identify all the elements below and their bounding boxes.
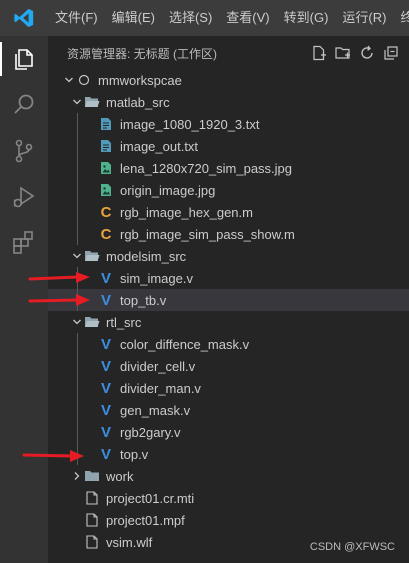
file-label: divider_cell.v <box>120 358 196 374</box>
matlab-file-icon: C <box>100 225 112 243</box>
source-control-icon[interactable] <box>0 128 48 174</box>
folder-icon <box>84 465 100 487</box>
verilog-file-icon: V <box>100 269 111 287</box>
workspace-root-icon <box>76 69 92 91</box>
explorer-sidebar: 资源管理器: 无标题 (工作区) mmworkspcae matlab_src … <box>48 36 409 563</box>
text-file-icon <box>98 113 114 135</box>
file-label: sim_image.v <box>120 270 193 286</box>
explorer-icon[interactable] <box>0 36 48 82</box>
annotation-arrow-icon <box>22 450 84 462</box>
chevron-right-icon <box>70 465 84 487</box>
image-file-icon <box>98 179 114 201</box>
folder-label: modelsim_src <box>106 248 187 264</box>
file-item[interactable]: C rgb_image_hex_gen.m <box>48 201 409 223</box>
file-item[interactable]: V sim_image.v <box>48 267 409 289</box>
file-label: divider_man.v <box>120 380 201 396</box>
generic-file-icon <box>84 509 100 531</box>
folder-rtl-src[interactable]: rtl_src <box>48 311 409 333</box>
file-label: lena_1280x720_sim_pass.jpg <box>120 160 293 176</box>
folder-label: matlab_src <box>106 94 170 110</box>
folder-work[interactable]: work <box>48 465 409 487</box>
file-label: gen_mask.v <box>120 402 191 418</box>
verilog-file-icon: V <box>100 423 111 441</box>
menu-edit[interactable]: 编辑(E) <box>105 0 162 36</box>
verilog-file-icon: V <box>100 401 111 419</box>
file-item[interactable]: V divider_man.v <box>48 377 409 399</box>
file-item[interactable]: project01.cr.mti <box>48 487 409 509</box>
file-label: rgb2gary.v <box>120 424 181 440</box>
generic-file-icon <box>84 487 100 509</box>
chevron-down-icon <box>70 311 84 333</box>
verilog-file-icon: V <box>100 357 111 375</box>
new-file-icon[interactable] <box>307 41 331 65</box>
folder-open-icon <box>84 245 100 267</box>
folder-matlab-src[interactable]: matlab_src <box>48 91 409 113</box>
folder-open-icon <box>84 311 100 333</box>
file-item-selected[interactable]: V top_tb.v <box>48 289 409 311</box>
menu-terminal[interactable]: 终端 <box>393 0 409 36</box>
vscode-logo-icon <box>0 0 48 36</box>
refresh-icon[interactable] <box>355 41 379 65</box>
file-item[interactable]: project01.mpf <box>48 509 409 531</box>
chevron-down-icon <box>70 91 84 113</box>
menu-file[interactable]: 文件(F) <box>48 0 105 36</box>
file-item[interactable]: image_1080_1920_3.txt <box>48 113 409 135</box>
new-folder-icon[interactable] <box>331 41 355 65</box>
folder-label: work <box>106 468 134 484</box>
title-bar: 文件(F) 编辑(E) 选择(S) 查看(V) 转到(G) 运行(R) 终端 <box>0 0 409 36</box>
file-label: top_tb.v <box>120 292 167 308</box>
menu-selection[interactable]: 选择(S) <box>162 0 219 36</box>
menu-go[interactable]: 转到(G) <box>277 0 336 36</box>
file-item[interactable]: lena_1280x720_sim_pass.jpg <box>48 157 409 179</box>
verilog-file-icon: V <box>100 335 111 353</box>
file-label: top.v <box>120 446 149 462</box>
extensions-icon[interactable] <box>0 220 48 266</box>
file-label: project01.cr.mti <box>106 490 195 506</box>
annotation-arrow-icon <box>28 272 90 283</box>
watermark: CSDN @XFWSC <box>309 541 395 553</box>
verilog-file-icon: V <box>100 445 111 463</box>
file-item[interactable]: V color_diffence_mask.v <box>48 333 409 355</box>
file-item[interactable]: origin_image.jpg <box>48 179 409 201</box>
file-label: image_1080_1920_3.txt <box>120 116 260 132</box>
file-item[interactable]: image_out.txt <box>48 135 409 157</box>
generic-file-icon <box>84 531 100 553</box>
chevron-down-icon <box>62 69 76 91</box>
verilog-file-icon: V <box>100 291 111 309</box>
explorer-title: 资源管理器: 无标题 (工作区) <box>67 46 217 61</box>
file-label: origin_image.jpg <box>120 182 216 198</box>
file-label: image_out.txt <box>120 138 199 154</box>
file-item[interactable]: C rgb_image_sim_pass_show.m <box>48 223 409 245</box>
annotation-arrow-icon <box>28 294 90 306</box>
text-file-icon <box>98 135 114 157</box>
tree-root-label: mmworkspcae <box>98 72 182 88</box>
file-item[interactable]: V rgb2gary.v <box>48 421 409 443</box>
file-item[interactable]: V top.v <box>48 443 409 465</box>
file-item[interactable]: V gen_mask.v <box>48 399 409 421</box>
folder-label: rtl_src <box>106 314 142 330</box>
file-item[interactable]: V divider_cell.v <box>48 355 409 377</box>
collapse-all-icon[interactable] <box>379 41 403 65</box>
file-tree: mmworkspcae matlab_src image_1080_1920_3… <box>48 69 409 553</box>
menu-run[interactable]: 运行(R) <box>335 0 393 36</box>
folder-modelsim-src[interactable]: modelsim_src <box>48 245 409 267</box>
chevron-down-icon <box>70 245 84 267</box>
tree-root[interactable]: mmworkspcae <box>48 69 409 91</box>
file-label: project01.mpf <box>106 512 185 528</box>
image-file-icon <box>98 157 114 179</box>
file-label: color_diffence_mask.v <box>120 336 250 352</box>
file-label: rgb_image_hex_gen.m <box>120 204 253 220</box>
folder-open-icon <box>84 91 100 113</box>
file-label: vsim.wlf <box>106 534 153 550</box>
search-icon[interactable] <box>0 82 48 128</box>
matlab-file-icon: C <box>100 203 112 221</box>
file-label: rgb_image_sim_pass_show.m <box>120 226 295 242</box>
menu-view[interactable]: 查看(V) <box>219 0 276 36</box>
run-debug-icon[interactable] <box>0 174 48 220</box>
verilog-file-icon: V <box>100 379 111 397</box>
explorer-header: 资源管理器: 无标题 (工作区) <box>48 36 409 70</box>
